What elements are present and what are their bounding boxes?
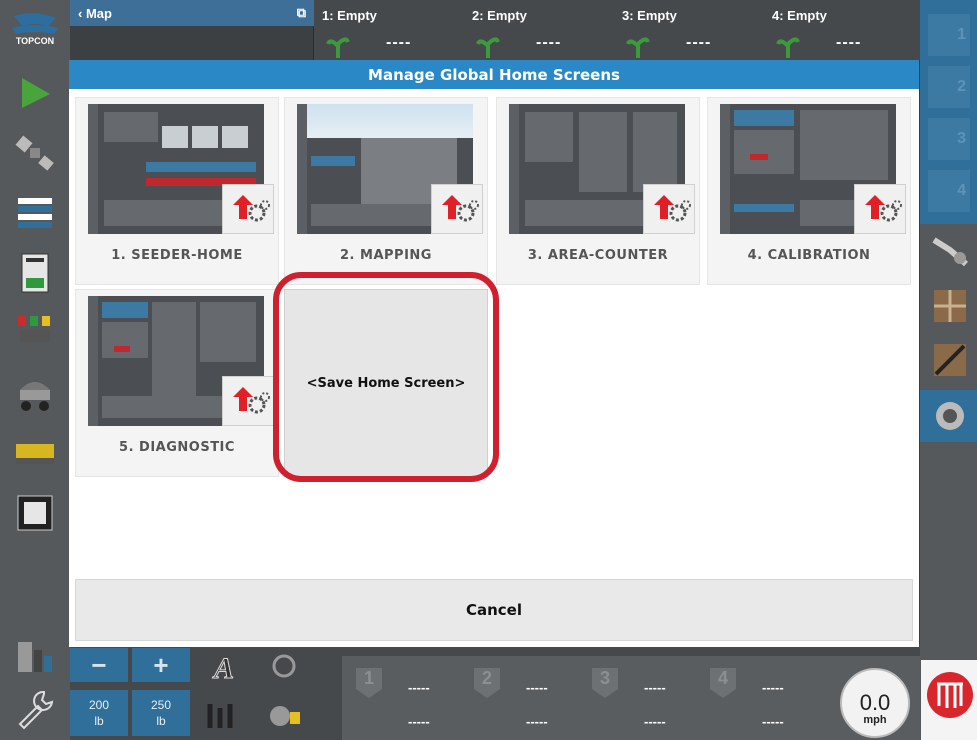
channel-4-value: ----: [836, 34, 862, 51]
speed-value: 0.0: [859, 690, 891, 715]
rate-1-unit: lb: [94, 714, 104, 728]
auto-icon[interactable]: A: [204, 648, 244, 685]
section-2-marker: 2: [474, 668, 500, 698]
section-1-button[interactable]: 1: [928, 14, 970, 56]
home-screen-tile-mapping[interactable]: 2. MAPPING: [284, 97, 488, 285]
left-toolbar: TOPCON: [0, 0, 70, 740]
channel-1-title: 1: Empty: [322, 8, 377, 23]
red-arrow-gear-icon: [233, 387, 270, 414]
right-toolbar: 1 2 3 4: [920, 0, 977, 740]
seeder-bar-icon[interactable]: [14, 432, 56, 474]
decrease-rate-button[interactable]: −: [70, 648, 128, 682]
edit-screen-button[interactable]: [643, 184, 695, 234]
hitch-icon[interactable]: [930, 230, 970, 270]
home-screen-tile-area-counter[interactable]: 3. AREA-COUNTER: [496, 97, 700, 285]
channel-2[interactable]: 2: Empty ----: [466, 0, 616, 60]
channel-1-value: ----: [386, 34, 412, 51]
sync-icon[interactable]: [266, 650, 302, 682]
sections-icon[interactable]: [14, 312, 56, 354]
increase-rate-button[interactable]: +: [132, 648, 190, 682]
home-screen-tile-calibration[interactable]: 4. CALIBRATION: [707, 97, 911, 285]
speedometer: 0.0 mph: [840, 668, 910, 738]
bottom-control-bar: − + 200 lb 250 lb A 1 ----- ----- 2 ----…: [70, 644, 920, 740]
red-arrow-gear-icon: [654, 195, 691, 222]
channel-4-title: 4: Empty: [772, 8, 827, 23]
topcon-logo: TOPCON: [12, 13, 58, 46]
channel-4[interactable]: 4: Empty ----: [766, 0, 916, 60]
svg-text:A: A: [212, 652, 234, 684]
section-2-bottom-value: -----: [526, 714, 548, 729]
plant-icon: [476, 37, 500, 58]
red-arrow-gear-icon: [442, 195, 479, 222]
section-4-marker: 4: [710, 668, 736, 698]
tile-label: 2. MAPPING: [340, 248, 432, 263]
section-4-button[interactable]: 4: [928, 170, 970, 212]
edit-screen-button[interactable]: [222, 376, 274, 426]
tile-label: 4. CALIBRATION: [747, 248, 871, 263]
channel-3-title: 3: Empty: [622, 8, 677, 23]
tile-label: 3. AREA-COUNTER: [527, 248, 669, 263]
channel-2-title: 2: Empty: [472, 8, 527, 23]
section-3-button[interactable]: 3: [928, 118, 970, 160]
edit-screen-button[interactable]: [222, 184, 274, 234]
implement-icon[interactable]: [14, 372, 56, 414]
plant-icon: [326, 37, 350, 58]
home-screen-tile-diagnostic[interactable]: 5. DIAGNOSTIC: [75, 289, 279, 477]
hardware-icon[interactable]: [14, 636, 56, 678]
lock-icon[interactable]: [266, 694, 306, 734]
section-1-top-value: -----: [408, 680, 430, 695]
speed-unit: mph: [863, 714, 887, 726]
top-status-bar: ‹ Map ⧉ 1: Empty ---- 2: Empty ---- 3: E…: [70, 0, 920, 60]
channel-3-value: ----: [686, 34, 712, 51]
section-status-panel: 1 ----- ----- 2 ----- ----- 3 ----- ----…: [342, 656, 920, 740]
play-icon[interactable]: [14, 72, 56, 114]
map-panel[interactable]: ‹ Map ⧉: [70, 0, 314, 60]
camera-icon[interactable]: [930, 396, 970, 436]
tile-label: 1. SEEDER-HOME: [111, 248, 243, 263]
layers-icon[interactable]: [14, 192, 56, 234]
section-4-bottom-value: -----: [762, 714, 784, 729]
highlight-annotation: [273, 272, 499, 482]
edit-screen-button[interactable]: [431, 184, 483, 234]
edit-screen-button[interactable]: [854, 184, 906, 234]
map-tab[interactable]: ‹ Map ⧉: [70, 0, 314, 26]
dialog-title: Manage Global Home Screens: [69, 60, 919, 89]
svg-text:TOPCON: TOPCON: [16, 36, 54, 46]
field-grid-icon[interactable]: [930, 286, 970, 326]
document-icon[interactable]: [14, 252, 56, 294]
channel-1[interactable]: 1: Empty ----: [316, 0, 466, 60]
expand-icon[interactable]: ⧉: [297, 5, 306, 21]
film-icon[interactable]: [14, 492, 56, 534]
markers-icon[interactable]: [204, 694, 244, 734]
cancel-button[interactable]: Cancel: [75, 579, 913, 641]
satellite-icon[interactable]: [14, 132, 56, 174]
rate-2-value: 250: [150, 698, 172, 712]
map-tab-label[interactable]: ‹ Map: [78, 6, 112, 21]
seeder-stop-icon: [927, 672, 973, 718]
section-3-bottom-value: -----: [644, 714, 666, 729]
rate-1-button[interactable]: 200 lb: [70, 690, 128, 736]
red-arrow-gear-icon: [233, 195, 270, 222]
home-screen-tile-seeder-home[interactable]: 1. SEEDER-HOME: [75, 97, 279, 285]
channel-3[interactable]: 3: Empty ----: [616, 0, 766, 60]
section-2-top-value: -----: [526, 680, 548, 695]
section-3-marker: 3: [592, 668, 618, 698]
wrench-icon[interactable]: [14, 688, 56, 730]
section-1-marker: 1: [356, 668, 382, 698]
plant-icon: [776, 37, 800, 58]
section-4-top-value: -----: [762, 680, 784, 695]
section-3-top-value: -----: [644, 680, 666, 695]
rate-2-button[interactable]: 250 lb: [132, 690, 190, 736]
field-edit-icon[interactable]: [930, 340, 970, 380]
rate-1-value: 200: [88, 698, 110, 712]
tile-label: 5. DIAGNOSTIC: [119, 440, 235, 455]
plant-icon: [626, 37, 650, 58]
master-switch-button[interactable]: [921, 660, 977, 740]
channel-2-value: ----: [536, 34, 562, 51]
section-1-bottom-value: -----: [408, 714, 430, 729]
red-arrow-gear-icon: [865, 195, 902, 222]
section-2-button[interactable]: 2: [928, 66, 970, 108]
rate-2-unit: lb: [156, 714, 166, 728]
